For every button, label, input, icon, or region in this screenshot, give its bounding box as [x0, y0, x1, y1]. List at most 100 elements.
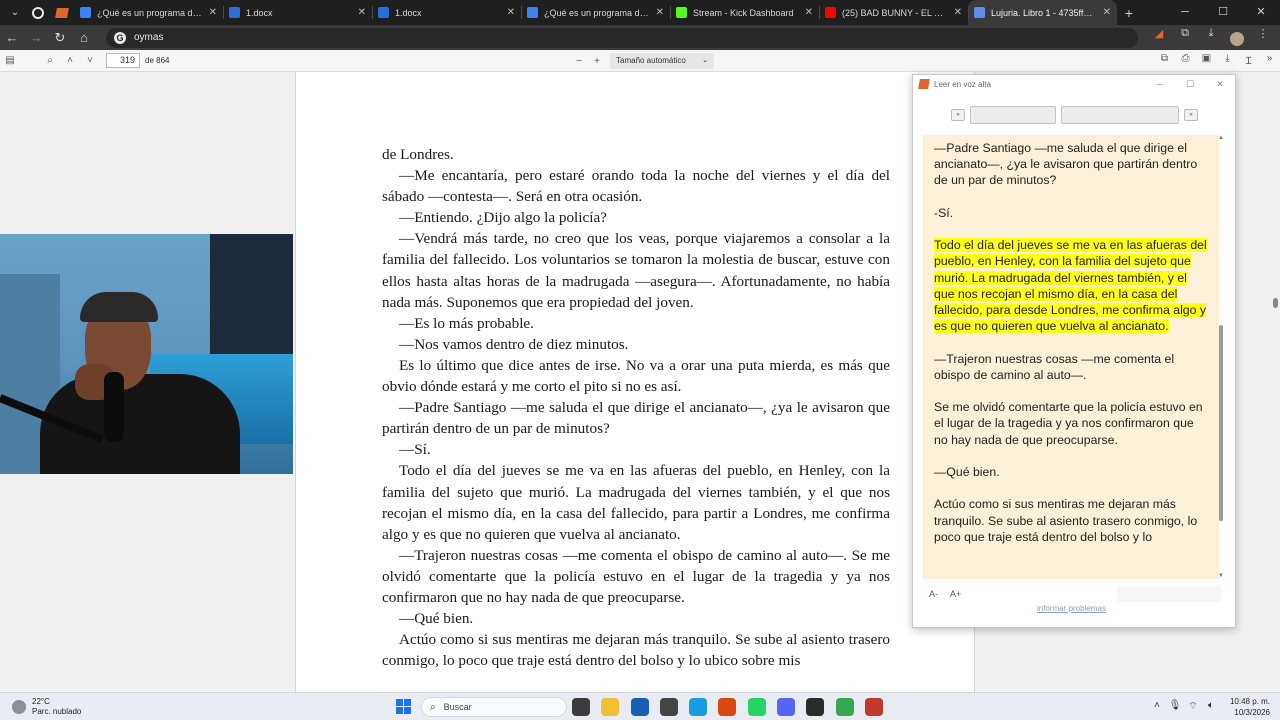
tab-close-icon[interactable]: ✕ [656, 7, 664, 18]
pinned-tab-whatsapp[interactable] [26, 3, 50, 23]
start-button[interactable] [396, 699, 411, 714]
page-text: de Londres. —Me encantaría, pero estaré o… [382, 144, 890, 671]
extensions-icon[interactable]: ⧉ [1172, 27, 1198, 49]
read-aloud-minimize-button[interactable]: ─ [1145, 75, 1175, 93]
page-number-input[interactable]: 319 [106, 53, 140, 68]
more-tools-icon[interactable]: » [1259, 53, 1280, 67]
read-aloud-maximize-button[interactable]: ☐ [1175, 75, 1205, 93]
store-icon[interactable] [630, 698, 649, 716]
back-button[interactable]: ← [0, 25, 24, 50]
browser-tab[interactable]: 1.docx ✕ [223, 0, 372, 25]
maximize-button[interactable]: ☐ [1204, 0, 1242, 25]
font-decrease-button[interactable]: A- [929, 589, 938, 599]
zoom-in-icon[interactable]: + [588, 56, 606, 67]
browser-tab[interactable]: ¿Qué es un programa de pre ✕ [521, 0, 670, 25]
download-pdf-icon[interactable]: ⤓ [1217, 53, 1238, 67]
download-icon[interactable]: ⤓ [1198, 27, 1224, 49]
volume-icon[interactable]: 🔈︎ [1202, 700, 1220, 713]
taskbar-search[interactable]: ⌕ Buscar [421, 697, 567, 717]
rewind-button[interactable]: « [951, 109, 965, 121]
document-scrollbar[interactable] [1273, 298, 1278, 308]
tab-favicon-icon [974, 7, 985, 18]
reload-button[interactable]: ↻ [48, 25, 72, 50]
document-paragraph: —Sí. [399, 441, 431, 459]
minimize-button[interactable]: ─ [1166, 0, 1204, 25]
read-aloud-sentence: —Trajeron nuestras cosas —me comenta el … [934, 351, 1175, 382]
browser-tab[interactable]: Stream - Kick Dashboard ✕ [670, 0, 819, 25]
chrome-icon[interactable] [835, 698, 854, 716]
document-paragraph: Todo el día del jueves se me va en las a… [382, 462, 890, 543]
edge-icon[interactable] [689, 698, 708, 716]
forward-button[interactable]: → [24, 25, 48, 50]
tab-favicon-icon [527, 7, 538, 18]
tab-close-icon[interactable]: ✕ [805, 7, 813, 18]
read-aloud-text: —Padre Santiago —me saluda el que dirige… [934, 140, 1208, 561]
read-aloud-scroll-thumb[interactable] [1219, 325, 1223, 521]
font-increase-button[interactable]: A+ [950, 589, 961, 599]
home-button[interactable]: ⌂ [72, 25, 96, 50]
tab-close-icon[interactable]: ✕ [954, 7, 962, 18]
app-red-icon[interactable] [864, 698, 883, 716]
tab-close-icon[interactable]: ✕ [358, 7, 366, 18]
play-pause-button[interactable] [970, 106, 1056, 124]
read-aloud-logo-icon [918, 79, 930, 89]
browser-tab[interactable]: 1.docx ✕ [372, 0, 521, 25]
open-external-icon[interactable]: ⧉ [1154, 53, 1175, 67]
browser-tab[interactable]: Lujuria. Libro 1 - 4735ff84-a ✕ [968, 0, 1117, 25]
obs-icon[interactable] [806, 698, 825, 716]
report-problems-link[interactable]: informar problemas [1037, 604, 1106, 613]
new-tab-button[interactable]: + [1117, 5, 1141, 21]
whatsapp-icon[interactable] [747, 698, 766, 716]
app-orange-icon[interactable] [718, 698, 737, 716]
tray-chevron-icon[interactable]: ˄ [1148, 700, 1166, 713]
pinned-tab-app[interactable] [50, 3, 74, 23]
stop-button[interactable] [1061, 106, 1179, 124]
save-icon[interactable]: ▣ [1196, 53, 1217, 67]
file-explorer-icon[interactable] [601, 698, 620, 716]
tab-close-icon[interactable]: ✕ [209, 7, 217, 18]
discord-icon[interactable] [777, 698, 796, 716]
pdf-page: de Londres. —Me encantaría, pero estaré o… [295, 72, 975, 692]
weather-desc: Parc. nublado [32, 707, 82, 716]
clock[interactable]: 10:48 p. m. 10/3/2026 [1228, 696, 1270, 718]
tab-title: 1.docx [395, 7, 422, 18]
profile-avatar[interactable] [1224, 27, 1250, 49]
address-bar[interactable]: G oymas [106, 27, 1138, 48]
scroll-down-icon[interactable]: ▼ [1217, 573, 1225, 579]
document-paragraph: —Padre Santiago —me saluda el que dirige… [382, 399, 890, 438]
extension-icon[interactable]: ◢ [1146, 27, 1172, 49]
weather-widget[interactable]: 22°C Parc. nublado [12, 697, 81, 717]
capture-icon[interactable] [659, 698, 678, 716]
forward-button[interactable]: » [1184, 109, 1198, 121]
zoom-select[interactable]: Tamaño automático ⌄ [610, 53, 714, 69]
zoom-out-icon[interactable]: − [570, 56, 588, 67]
document-paragraph: —Nos vamos dentro de diez minutos. [399, 335, 629, 353]
read-aloud-sentence: Se me olvidó comentarte que la policía e… [934, 400, 1203, 447]
find-icon[interactable]: ⌕ [40, 55, 60, 66]
browser-tab[interactable]: ¿Qué es un programa de pre ✕ [74, 0, 223, 25]
previous-page-icon[interactable]: ˄ [60, 55, 80, 66]
read-aloud-paragraph: -Sí. [934, 205, 1208, 221]
menu-icon[interactable]: ⋮ [1250, 27, 1276, 49]
read-aloud-voice-field[interactable] [1117, 586, 1221, 602]
browser-tab[interactable]: (25) BAD BUNNY - EL CLÚB (✕ [819, 0, 968, 25]
next-page-icon[interactable]: ˅ [80, 55, 100, 66]
sidebar-toggle-icon[interactable]: ▤ [0, 55, 20, 66]
tab-close-icon[interactable]: ✕ [507, 7, 515, 18]
microphone-tray-icon[interactable]: 🎙︎ [1166, 700, 1184, 713]
text-cursor-icon[interactable]: Ɪ [1238, 53, 1259, 67]
document-paragraph: Actúo como si sus mentiras me dejaran má… [382, 631, 890, 670]
system-tray: ˄ 🎙︎ ⌔ 🔈︎ [1148, 700, 1220, 713]
read-aloud-close-button[interactable]: ✕ [1205, 75, 1235, 93]
read-aloud-text-area[interactable]: —Padre Santiago —me saluda el que dirige… [923, 135, 1219, 579]
document-paragraph: —Entiendo. ¿Dijo algo la policía? [399, 209, 607, 227]
close-window-button[interactable]: ✕ [1242, 0, 1280, 25]
read-aloud-scrollbar[interactable]: ▲ ▼ [1217, 135, 1225, 579]
task-view-icon[interactable] [572, 698, 590, 716]
network-icon[interactable]: ⌔ [1184, 700, 1202, 713]
tab-close-icon[interactable]: ✕ [1103, 7, 1111, 18]
scroll-up-icon[interactable]: ▲ [1217, 135, 1225, 141]
tab-search-icon[interactable]: ⌄ [4, 3, 26, 23]
tab-title: Stream - Kick Dashboard [693, 7, 794, 18]
print-icon[interactable]: ⎙ [1175, 53, 1196, 67]
